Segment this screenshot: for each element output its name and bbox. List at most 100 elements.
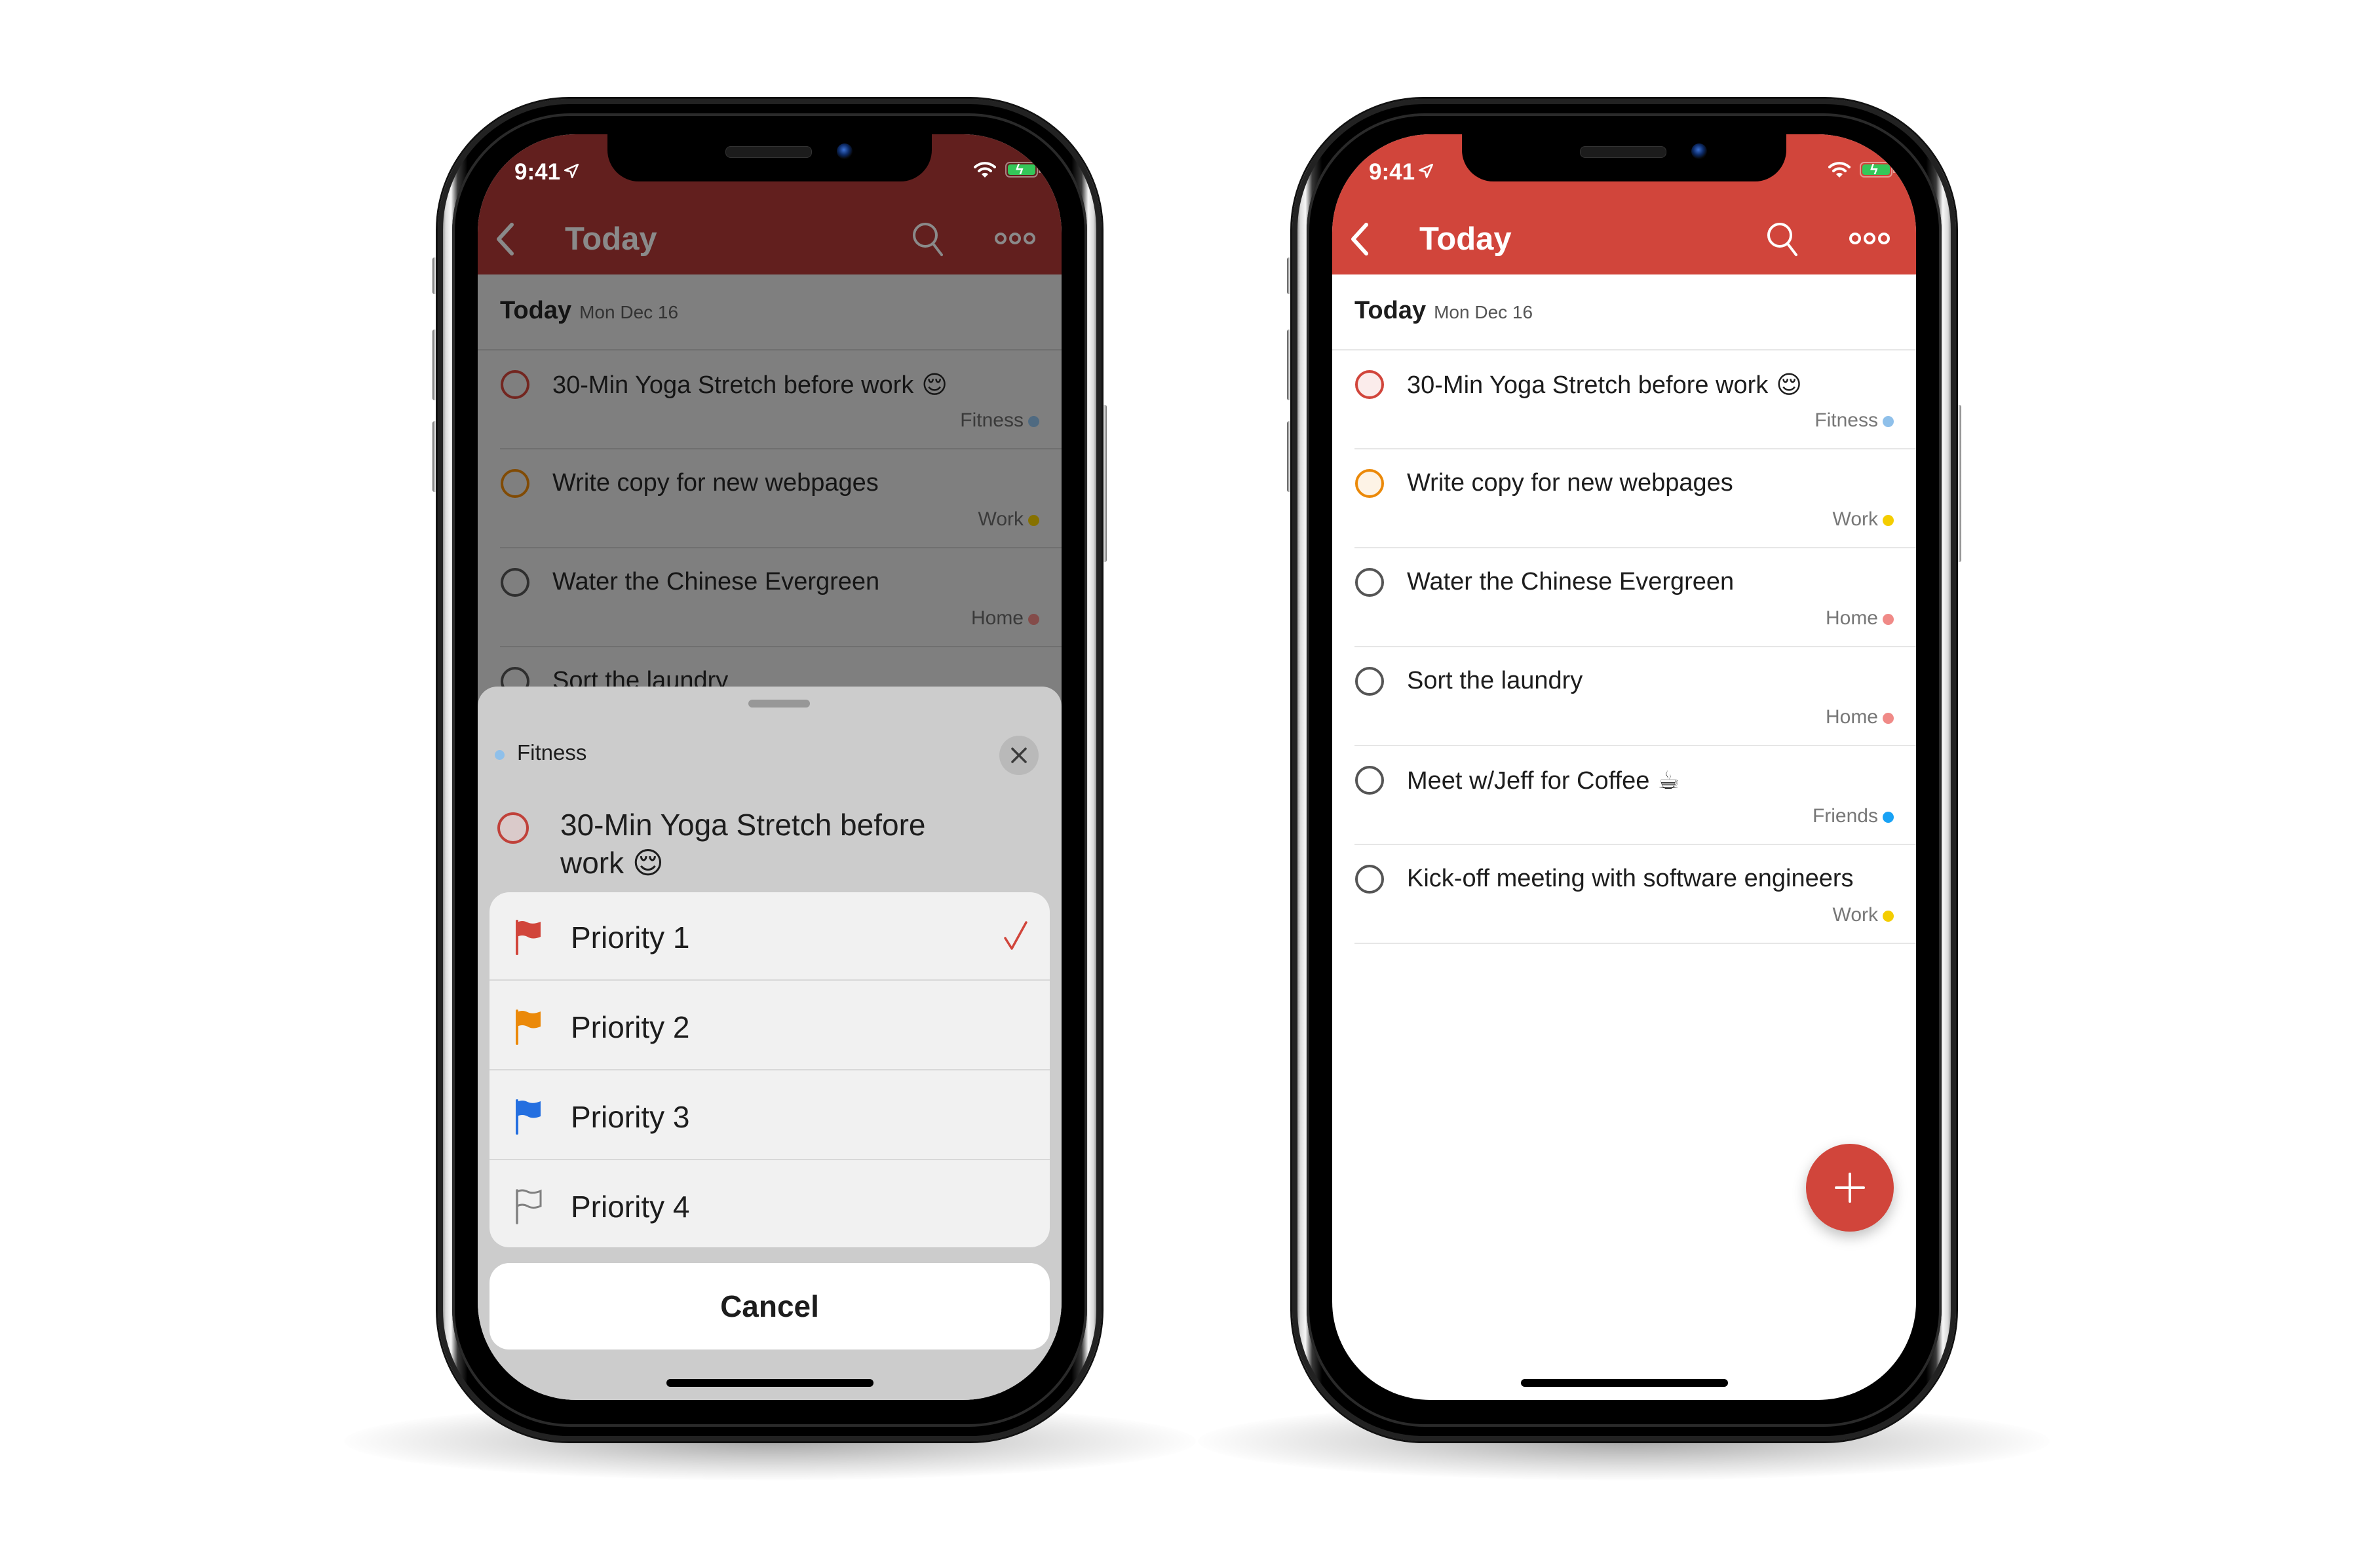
task-row[interactable]: Water the Chinese Evergreen Home xyxy=(478,548,1062,647)
project-label: Friends xyxy=(1812,805,1878,827)
chevron-left-icon[interactable] xyxy=(1347,221,1373,257)
priority-label: Priority 3 xyxy=(571,1100,690,1134)
task-row[interactable]: Sort the laundry Home xyxy=(1332,647,1916,746)
search-icon[interactable] xyxy=(1764,219,1801,259)
section-title: Today xyxy=(500,297,572,324)
page-title: Today xyxy=(1419,221,1512,257)
priority-options: Priority 1 Priority 2 Priority 3 Priorit… xyxy=(489,892,1050,1247)
task-title: Water the Chinese Evergreen xyxy=(1407,568,1734,596)
priority-option-1[interactable]: Priority 1 xyxy=(489,892,1050,981)
project-label: Home xyxy=(970,607,1024,629)
task-row[interactable]: Meet w/Jeff for Coffee ☕ Friends xyxy=(1332,746,1916,845)
cancel-button[interactable]: Cancel xyxy=(489,1263,1050,1350)
section-header: Today Mon Dec 16 xyxy=(1354,297,1533,325)
priority-option-2[interactable]: Priority 2 xyxy=(489,982,1050,1070)
divider xyxy=(1354,943,1916,944)
wifi-icon xyxy=(974,162,996,178)
project-color-dot xyxy=(1883,713,1894,724)
section-title: Today xyxy=(1354,297,1427,324)
flag-filled-icon xyxy=(516,920,541,955)
flag-filled-icon xyxy=(516,1099,541,1135)
task-title-text: Water the Chinese Evergreen xyxy=(552,568,880,595)
status-icons: ϟ xyxy=(1828,160,1896,179)
priority-label: Priority 2 xyxy=(571,1010,690,1044)
project-label: Work xyxy=(1832,508,1878,530)
task-title: 30-Min Yoga Stretch before work 😌 xyxy=(552,370,948,400)
task-checkbox[interactable] xyxy=(1355,568,1384,597)
home-indicator[interactable] xyxy=(666,1379,873,1387)
battery-charging-icon: ϟ xyxy=(1860,161,1896,178)
search-icon[interactable] xyxy=(910,219,946,259)
status-time-text: 9:41 xyxy=(1369,159,1415,185)
task-row[interactable]: Water the Chinese Evergreen Home xyxy=(1332,548,1916,647)
add-task-button[interactable] xyxy=(1806,1144,1894,1232)
priority-option-3[interactable]: Priority 3 xyxy=(489,1072,1050,1160)
more-dots-icon[interactable] xyxy=(1849,231,1890,246)
home-indicator[interactable] xyxy=(1520,1379,1728,1387)
status-icons: ϟ xyxy=(974,160,1041,179)
more-dots-icon[interactable] xyxy=(995,231,1035,246)
task-title: 30-Min Yoga Stretch before work 😌 xyxy=(1407,370,1802,400)
task-title-text: Kick-off meeting with software engineers xyxy=(1407,865,1854,892)
task-checkbox[interactable] xyxy=(1355,469,1384,498)
task-checkbox[interactable] xyxy=(501,370,529,399)
status-time-text: 9:41 xyxy=(514,159,561,185)
location-arrow-icon xyxy=(1419,163,1434,179)
phone-left: 9:41 ϟ Today Today Mon Dec 16 30-Min Yog… xyxy=(432,99,1107,1441)
battery-charging-icon: ϟ xyxy=(1005,161,1041,178)
close-button[interactable] xyxy=(999,736,1039,775)
task-title-text: Meet w/Jeff for Coffee xyxy=(1407,767,1650,795)
task-checkbox[interactable] xyxy=(497,812,529,844)
task-checkbox[interactable] xyxy=(1355,865,1384,894)
task-checkbox[interactable] xyxy=(501,568,529,597)
nav-bar: Today xyxy=(1332,212,1916,267)
status-time: 9:41 xyxy=(1369,159,1434,185)
project-label: Home xyxy=(1825,706,1878,728)
project-color-dot xyxy=(1883,515,1894,526)
task-title: Write copy for new webpages xyxy=(552,469,879,497)
screen: 9:41 ϟ Today Today Mon Dec 16 30-Min Yog… xyxy=(1332,134,1916,1400)
task-checkbox[interactable] xyxy=(501,469,529,498)
task-title-text: Sort the laundry xyxy=(1407,667,1583,694)
task-row[interactable]: Write copy for new webpages Work xyxy=(1332,449,1916,548)
section-header: Today Mon Dec 16 xyxy=(500,297,678,325)
sheet-drag-handle[interactable] xyxy=(748,700,810,708)
sheet-project-label: Fitness xyxy=(517,740,587,765)
task-row[interactable]: Kick-off meeting with software engineers… xyxy=(1332,845,1916,944)
nav-bar: Today xyxy=(478,212,1062,267)
project-label: Home xyxy=(1825,607,1878,629)
plus-icon xyxy=(1835,1173,1865,1203)
project-label: Fitness xyxy=(960,409,1024,431)
task-list: Today Mon Dec 16 30-Min Yoga Stretch bef… xyxy=(1332,274,1916,1400)
speaker-grille xyxy=(1580,146,1666,158)
sheet-task-title: 30-Min Yoga Stretch before work 😌 xyxy=(560,806,967,882)
project-color-dot xyxy=(495,750,505,760)
relieved-face-emoji: 😌 xyxy=(632,845,664,880)
checkmark-icon xyxy=(1004,921,1027,950)
task-checkbox[interactable] xyxy=(1355,667,1384,696)
project-color-dot xyxy=(1028,416,1039,427)
location-arrow-icon xyxy=(564,163,579,179)
task-checkbox[interactable] xyxy=(1355,766,1384,795)
flag-outline-icon xyxy=(516,1189,542,1224)
wifi-icon xyxy=(1828,162,1851,178)
task-row[interactable]: Write copy for new webpages Work xyxy=(478,449,1062,548)
project-color-dot xyxy=(1883,812,1894,823)
project-color-dot xyxy=(1883,614,1894,625)
project-color-dot xyxy=(1883,416,1894,427)
task-row[interactable]: 30-Min Yoga Stretch before work 😌 Fitness xyxy=(1332,350,1916,449)
task-title: Meet w/Jeff for Coffee ☕ xyxy=(1407,766,1680,795)
task-checkbox[interactable] xyxy=(1355,370,1384,399)
front-camera xyxy=(1691,143,1707,159)
task-title-text: 30-Min Yoga Stretch before work xyxy=(552,371,914,399)
task-row[interactable]: 30-Min Yoga Stretch before work 😌 Fitness xyxy=(478,350,1062,449)
power-button xyxy=(1955,405,1961,562)
priority-label: Priority 4 xyxy=(571,1190,690,1224)
speaker-grille xyxy=(725,146,812,158)
task-title-text: Water the Chinese Evergreen xyxy=(1407,568,1735,595)
priority-option-4[interactable]: Priority 4 xyxy=(489,1161,1050,1247)
status-time: 9:41 xyxy=(514,159,580,185)
project-color-dot xyxy=(1028,614,1039,625)
task-emoji: 😌 xyxy=(913,370,948,399)
chevron-left-icon[interactable] xyxy=(492,221,518,257)
